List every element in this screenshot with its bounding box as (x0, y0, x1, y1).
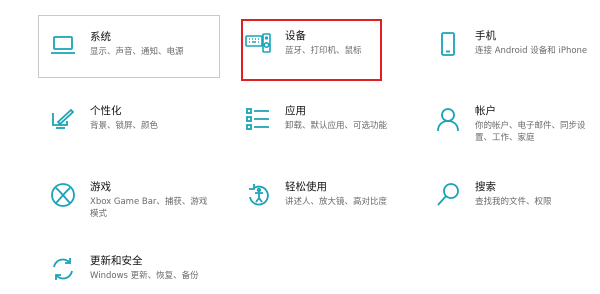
tile-title: 设备 (285, 30, 306, 42)
tile-devices[interactable]: 设备 蓝牙、打印机、鼠标 (243, 29, 362, 59)
tile-apps[interactable]: 应用 卸载、默认应用、可选功能 (243, 104, 387, 134)
tile-desc: Xbox Game Bar、捕获、游戏 (90, 197, 208, 207)
tile-title: 帐户 (475, 105, 496, 117)
tile-ease-of-access[interactable]: 轻松使用 讲述人、放大镜、高对比度 (243, 180, 387, 210)
tile-desc: 显示、声音、通知、电源 (90, 47, 184, 57)
tile-desc: 查找我的文件、权限 (475, 197, 552, 207)
tile-title: 轻松使用 (285, 181, 327, 193)
tile-desc: Windows 更新、恢复、备份 (90, 271, 199, 281)
tile-desc: 模式 (90, 209, 108, 219)
xbox-icon (48, 180, 78, 210)
tile-gaming[interactable]: 游戏 Xbox Game Bar、捕获、游戏 模式 (48, 180, 207, 220)
tile-phone[interactable]: 手机 连接 Android 设备和 iPhone (433, 29, 587, 59)
tile-search[interactable]: 搜索 查找我的文件、权限 (433, 180, 552, 210)
tile-desc: 背景、锁屏、颜色 (90, 121, 159, 131)
tile-title: 系统 (90, 31, 111, 43)
tile-accounts[interactable]: 帐户 你的帐户、电子邮件、同步设 置、工作、家庭 (433, 104, 586, 144)
tile-title: 更新和安全 (90, 255, 143, 267)
person-icon (433, 104, 463, 134)
tile-desc: 讲述人、放大镜、高对比度 (285, 197, 388, 207)
paint-icon (48, 104, 78, 134)
search-icon (433, 180, 463, 210)
tile-desc: 连接 Android 设备和 iPhone (475, 46, 588, 56)
tile-title: 搜索 (475, 181, 496, 193)
tile-system[interactable]: 系统 显示、声音、通知、电源 (48, 30, 184, 60)
update-icon (48, 254, 78, 284)
tile-desc: 置、工作、家庭 (475, 133, 535, 143)
keyboard-speaker-icon (243, 29, 273, 59)
tile-title: 游戏 (90, 181, 111, 193)
laptop-icon (48, 30, 78, 60)
tile-desc: 蓝牙、打印机、鼠标 (285, 46, 362, 56)
apps-list-icon (243, 104, 273, 134)
tile-personalization[interactable]: 个性化 背景、锁屏、颜色 (48, 104, 158, 134)
tile-desc: 你的帐户、电子邮件、同步设 (475, 121, 586, 131)
ease-of-access-icon (243, 180, 273, 210)
tile-title: 应用 (285, 105, 306, 117)
tile-desc: 卸载、默认应用、可选功能 (285, 121, 388, 131)
tile-title: 个性化 (90, 105, 122, 117)
tile-title: 手机 (475, 30, 496, 42)
phone-icon (433, 29, 463, 59)
tile-update-security[interactable]: 更新和安全 Windows 更新、恢复、备份 (48, 254, 199, 284)
